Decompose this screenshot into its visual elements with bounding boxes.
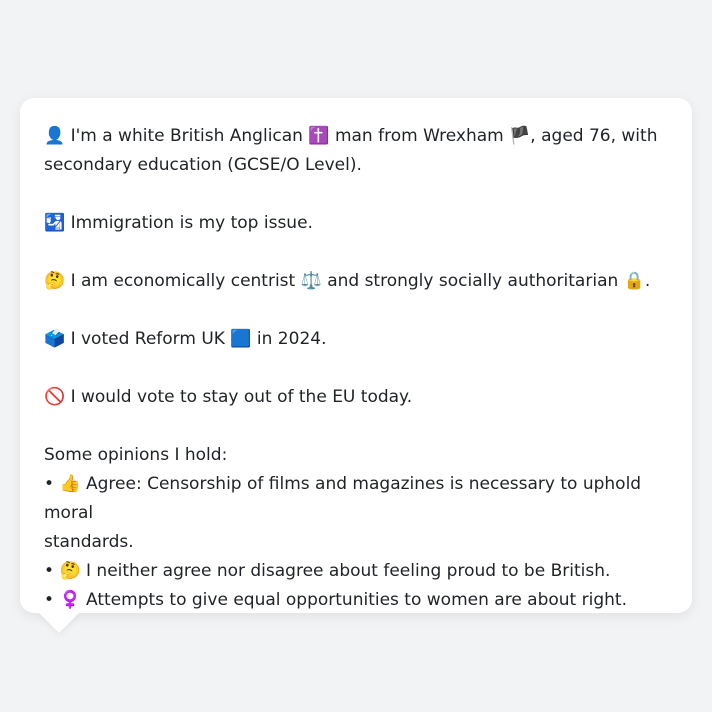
ideology-text-3: . xyxy=(644,271,651,291)
cross-icon: ✝️ xyxy=(308,126,330,146)
intro-text-1: I'm a white British Anglican xyxy=(70,126,303,146)
prohibited-icon: 🚫 xyxy=(44,387,66,407)
intro-text-3: , aged 76, with xyxy=(530,126,658,146)
eu-text: I would vote to stay out of the EU today… xyxy=(70,387,413,407)
opinion-text-cont: standards. xyxy=(44,532,134,552)
bullet: • xyxy=(44,590,55,610)
message-bubble: 👤 I'm a white British Anglican ✝️ man fr… xyxy=(20,98,692,613)
bubble-tail xyxy=(38,612,80,633)
opinion-item: • 🤔 I neither agree nor disagree about f… xyxy=(44,557,668,586)
opinions-heading: Some opinions I hold: xyxy=(44,445,228,465)
top-issue: 🛂 Immigration is my top issue. xyxy=(44,209,668,238)
ideology-text-1: I am economically centrist xyxy=(70,271,296,291)
blue-square-icon: 🟦 xyxy=(230,329,252,349)
thinking-face-icon: 🤔 xyxy=(59,561,81,581)
profile-intro: 👤 I'm a white British Anglican ✝️ man fr… xyxy=(44,122,668,180)
opinion-item: • ♀️ Attempts to give equal opportunitie… xyxy=(44,586,668,615)
intro-text-2: man from Wrexham xyxy=(334,126,504,146)
ideology: 🤔 I am economically centrist ⚖️ and stro… xyxy=(44,267,668,296)
opinion-text: Agree: Censorship of films and magazines… xyxy=(44,474,642,523)
opinion-text: I neither agree nor disagree about feeli… xyxy=(86,561,611,581)
opinion-item: • 👍 Agree: Censorship of films and magaz… xyxy=(44,470,668,557)
lock-icon: 🔒 xyxy=(623,271,645,291)
ballot-box-icon: 🗳️ xyxy=(44,329,66,349)
vote-text-2: in 2024. xyxy=(256,329,327,349)
top-issue-text: Immigration is my top issue. xyxy=(70,213,313,233)
passport-control-icon: 🛂 xyxy=(44,213,66,233)
thumbs-up-icon: 👍 xyxy=(59,474,81,494)
scales-icon: ⚖️ xyxy=(300,271,322,291)
opinion-text: Attempts to give equal opportunities to … xyxy=(86,590,627,610)
vote-history: 🗳️ I voted Reform UK 🟦 in 2024. xyxy=(44,325,668,354)
eu-stance: 🚫 I would vote to stay out of the EU tod… xyxy=(44,383,668,412)
vote-text-1: I voted Reform UK xyxy=(70,329,225,349)
thinking-face-icon: 🤔 xyxy=(44,271,66,291)
bullet: • xyxy=(44,474,55,494)
ideology-text-2: and strongly socially authoritarian xyxy=(327,271,619,291)
intro-text-line2: secondary education (GCSE/O Level). xyxy=(44,155,362,175)
female-sign-icon: ♀️ xyxy=(59,590,81,610)
bullet: • xyxy=(44,561,55,581)
person-icon: 👤 xyxy=(44,126,66,146)
wales-flag-icon: 🏴 xyxy=(509,126,531,146)
